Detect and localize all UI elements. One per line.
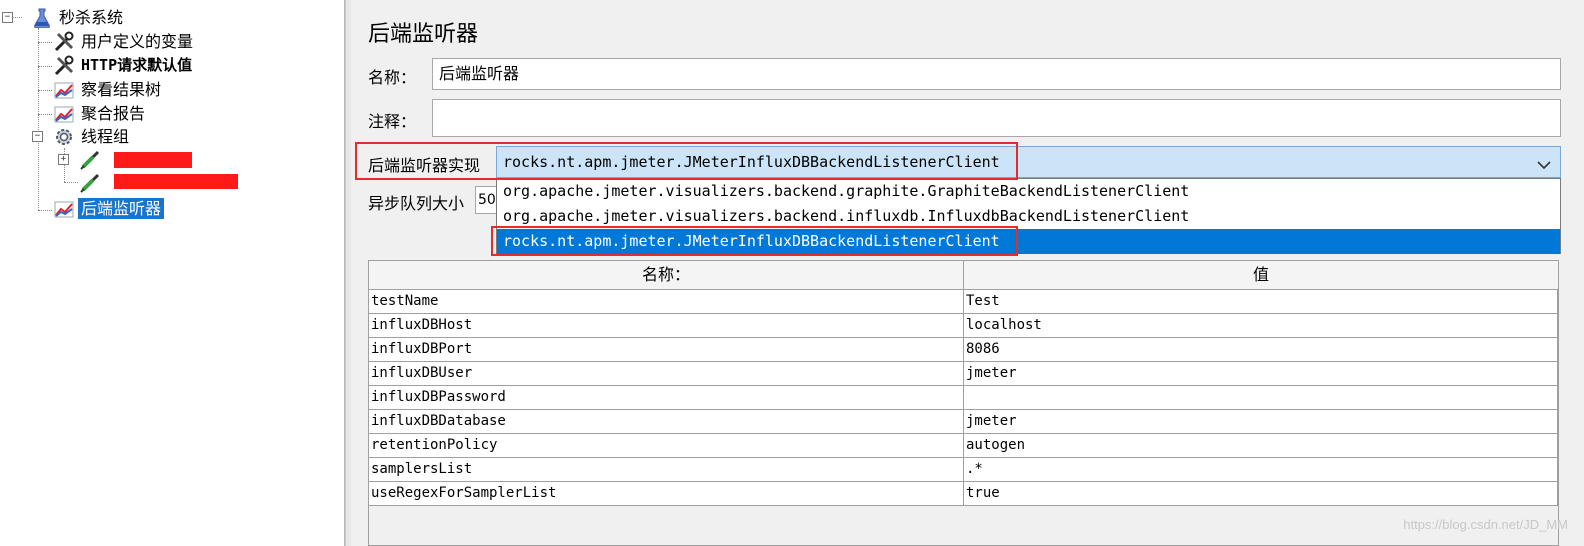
implementation-option[interactable]: org.apache.jmeter.visualizers.backend.gr… bbox=[497, 179, 1560, 204]
tree-node-label: 用户定义的变量 bbox=[81, 32, 194, 51]
table-row[interactable]: testName Test bbox=[369, 290, 1558, 314]
redacted-label bbox=[114, 174, 238, 189]
tree-node-label: 秒杀系统 bbox=[59, 8, 124, 27]
gear-icon bbox=[52, 126, 76, 148]
param-name-cell[interactable]: testName bbox=[369, 290, 964, 314]
tree-connector bbox=[38, 90, 52, 91]
tree-node-backend-listener[interactable]: 后端监听器 bbox=[52, 197, 165, 220]
implementation-option-selected[interactable]: rocks.nt.apm.jmeter.JMeterInfluxDBBacken… bbox=[497, 229, 1560, 254]
tree-connector bbox=[38, 210, 52, 211]
parameters-table: 名称： 值 testName Test influxDBHost localhost… bbox=[368, 260, 1559, 546]
table-row[interactable]: influxDBDatabase jmeter bbox=[369, 410, 1558, 434]
collapse-root-toggle[interactable]: − bbox=[2, 12, 13, 23]
name-label: 名称： bbox=[368, 68, 417, 87]
pipette-icon bbox=[78, 172, 102, 194]
wrench-icon bbox=[52, 55, 76, 77]
implementation-selected-value: rocks.nt.apm.jmeter.JMeterInfluxDBBacken… bbox=[503, 153, 1000, 171]
table-row[interactable]: influxDBPassword bbox=[369, 386, 1558, 410]
param-value-cell[interactable]: jmeter bbox=[964, 362, 1558, 386]
expand-sampler-toggle[interactable]: + bbox=[58, 154, 69, 165]
tree-node-label: 线程组 bbox=[81, 127, 130, 146]
tree-node-sampler-2[interactable] bbox=[78, 171, 104, 194]
tree-connector bbox=[38, 114, 52, 115]
column-header-name[interactable]: 名称： bbox=[369, 261, 964, 289]
param-value-cell[interactable]: Test bbox=[964, 290, 1558, 314]
implementation-dropdown-list: org.apache.jmeter.visualizers.backend.gr… bbox=[496, 178, 1561, 254]
param-name-cell[interactable]: influxDBPort bbox=[369, 338, 964, 362]
param-value-cell[interactable]: .* bbox=[964, 458, 1558, 482]
param-value-cell[interactable]: true bbox=[964, 482, 1558, 506]
tree-node-label: 察看结果树 bbox=[81, 80, 162, 99]
tree-node-root[interactable]: 秒杀系统 bbox=[30, 6, 126, 29]
async-queue-label: 异步队列大小 bbox=[368, 194, 465, 213]
table-row[interactable]: influxDBUser jmeter bbox=[369, 362, 1558, 386]
tree-node-view-results-tree[interactable]: 察看结果树 bbox=[52, 78, 164, 101]
table-row[interactable]: influxDBHost localhost bbox=[369, 314, 1558, 338]
table-row[interactable]: retentionPolicy autogen bbox=[369, 434, 1558, 458]
implementation-label: 后端监听器实现 bbox=[368, 156, 481, 175]
comment-label: 注释： bbox=[368, 112, 417, 131]
tree-node-sampler-1[interactable] bbox=[78, 148, 104, 171]
param-name-cell[interactable]: influxDBUser bbox=[369, 362, 964, 386]
table-row[interactable]: samplersList .* bbox=[369, 458, 1558, 482]
redacted-label bbox=[114, 152, 192, 168]
comment-field[interactable] bbox=[432, 99, 1561, 137]
graph-icon bbox=[52, 198, 76, 220]
tree-connector bbox=[38, 42, 52, 43]
param-value-cell[interactable]: localhost bbox=[964, 314, 1558, 338]
implementation-option[interactable]: org.apache.jmeter.visualizers.backend.in… bbox=[497, 204, 1560, 229]
flask-icon bbox=[30, 7, 54, 29]
param-name-cell[interactable]: useRegexForSamplerList bbox=[369, 482, 964, 506]
tree-node-http-defaults[interactable]: HTTP请求默认值 bbox=[52, 54, 195, 77]
implementation-select[interactable]: rocks.nt.apm.jmeter.JMeterInfluxDBBacken… bbox=[496, 146, 1561, 178]
graph-icon bbox=[52, 103, 76, 125]
tree-node-label: 聚合报告 bbox=[81, 104, 146, 123]
table-row[interactable]: useRegexForSamplerList true bbox=[369, 482, 1558, 506]
pipette-icon bbox=[78, 149, 102, 171]
param-name-cell[interactable]: influxDBDatabase bbox=[369, 410, 964, 434]
collapse-thread-group-toggle[interactable]: − bbox=[32, 131, 43, 142]
column-header-value[interactable]: 值 bbox=[964, 261, 1558, 289]
tree-node-thread-group[interactable]: 线程组 bbox=[52, 125, 132, 148]
param-name-cell[interactable]: influxDBPassword bbox=[369, 386, 964, 410]
param-name-cell[interactable]: samplersList bbox=[369, 458, 964, 482]
watermark: https://blog.csdn.net/JD_MM bbox=[1403, 517, 1568, 532]
tree-node-aggregate-report[interactable]: 聚合报告 bbox=[52, 102, 148, 125]
table-header: 名称： 值 bbox=[369, 261, 1558, 290]
tree-node-user-vars[interactable]: 用户定义的变量 bbox=[52, 30, 196, 53]
backend-listener-panel: 后端监听器 名称： 后端监听器 注释： 后端监听器实现 rocks.nt.apm… bbox=[351, 0, 1584, 546]
table-row[interactable]: influxDBPort 8086 bbox=[369, 338, 1558, 362]
param-name-cell[interactable]: influxDBHost bbox=[369, 314, 964, 338]
chevron-down-icon[interactable] bbox=[1536, 153, 1552, 170]
tree-connector bbox=[38, 66, 52, 67]
param-value-cell[interactable]: jmeter bbox=[964, 410, 1558, 434]
tree-node-label: 后端监听器 bbox=[78, 198, 165, 219]
param-name-cell[interactable]: retentionPolicy bbox=[369, 434, 964, 458]
page-title: 后端监听器 bbox=[368, 22, 479, 47]
name-field[interactable]: 后端监听器 bbox=[432, 58, 1561, 90]
param-value-cell[interactable]: autogen bbox=[964, 434, 1558, 458]
wrench-icon bbox=[52, 31, 76, 53]
tree-node-label: HTTP请求默认值 bbox=[81, 56, 193, 74]
param-value-cell[interactable]: 8086 bbox=[964, 338, 1558, 362]
test-plan-tree: − − + 秒杀系统 用户定义的变量 HTTP请求默认值 察看结果树 聚合报告 bbox=[0, 0, 345, 546]
graph-icon bbox=[52, 79, 76, 101]
table-body: testName Test influxDBHost localhost influ… bbox=[369, 290, 1558, 506]
tree-connector bbox=[38, 28, 39, 210]
tree-connector bbox=[64, 182, 78, 183]
param-value-cell[interactable] bbox=[964, 386, 1558, 410]
